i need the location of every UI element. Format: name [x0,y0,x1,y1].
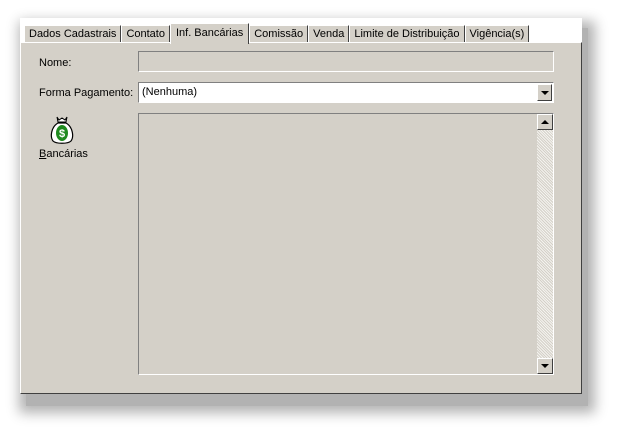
tab-inf-bancarias[interactable]: Inf. Bancárias [169,23,250,44]
caption-text: ancárias [46,148,88,160]
bancarias-caption[interactable]: Bancárias [39,148,88,160]
tab-limite-distribuicao[interactable]: Limite de Distribuição [349,25,465,43]
tab-dados-cadastrais[interactable]: Dados Cadastrais [24,25,122,43]
chevron-down-icon [541,91,549,95]
tab-contato[interactable]: Contato [121,25,170,43]
chevron-up-icon [541,120,549,124]
money-bag-icon: $ [50,116,74,144]
bank-info-window: Dados Cadastrais Contato Inf. Bancárias … [20,18,582,394]
payment-method-value: (Nenhuma) [142,86,198,98]
name-label: Nome: [39,57,72,69]
tab-comissao[interactable]: Comissão [249,25,309,43]
svg-text:$: $ [59,128,65,140]
tab-vigencias[interactable]: Vigência(s) [464,25,530,43]
bancarias-shortcut[interactable]: $ [49,115,75,145]
dropdown-button[interactable] [537,84,552,101]
tab-strip: Dados Cadastrais Contato Inf. Bancárias … [20,18,582,44]
name-field[interactable] [138,51,554,72]
tab-venda[interactable]: Venda [308,25,350,43]
vertical-scrollbar[interactable] [537,114,553,374]
bank-list[interactable] [138,113,554,375]
payment-method-label: Forma Pagamento: [39,87,134,99]
chevron-down-icon [541,364,549,368]
scroll-up-button[interactable] [537,114,553,130]
payment-method-select[interactable]: (Nenhuma) [138,82,554,103]
scroll-down-button[interactable] [537,358,553,374]
